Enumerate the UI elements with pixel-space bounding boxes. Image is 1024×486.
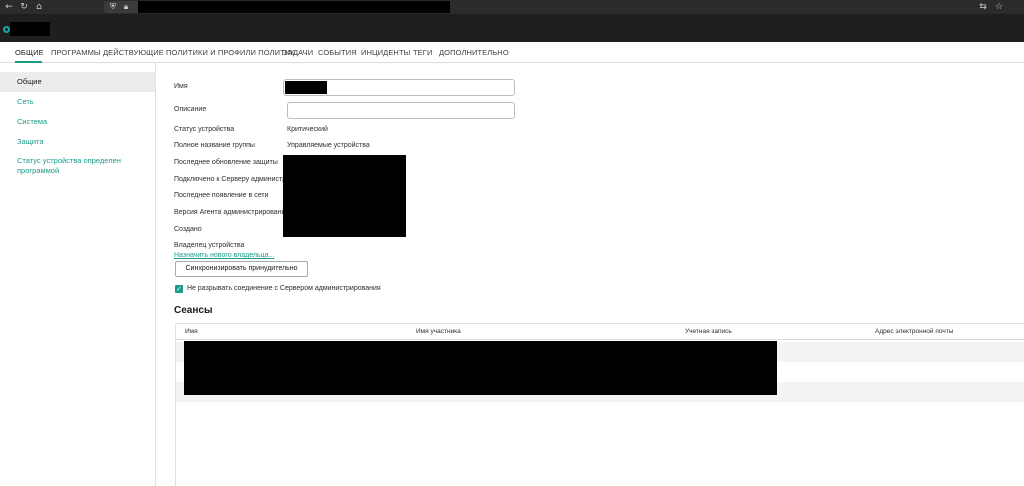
sidebar-item-general[interactable]: Общие xyxy=(0,72,155,92)
lock-icon[interactable]: 🔒︎ xyxy=(121,1,131,13)
keep-connection-label: Не разрывать соединение с Сервером админ… xyxy=(187,285,381,292)
column-header-account[interactable]: Учетная запись xyxy=(685,328,732,335)
address-bar[interactable]: ⛨ 🔒︎ xyxy=(104,1,450,13)
redacted-url xyxy=(138,1,450,13)
back-arrow-icon[interactable]: ← xyxy=(3,1,15,13)
agent-version-label: Версия Агента администрирования xyxy=(174,209,290,216)
last-seen-label: Последнее появление в сети xyxy=(174,192,269,199)
sidebar-item-device-status[interactable]: Статус устройства определен программой xyxy=(0,156,140,176)
home-icon[interactable]: ⌂ xyxy=(33,1,45,13)
tab-events[interactable]: СОБЫТИЯ xyxy=(318,48,357,57)
tab-tags[interactable]: ТЕГИ xyxy=(413,48,432,57)
status-value: Критический xyxy=(287,126,328,133)
translate-icon[interactable]: ⇆ xyxy=(977,1,989,13)
owner-label: Владелец устройства xyxy=(174,242,245,249)
sessions-table: Имя Имя участника Учетная запись Адрес э… xyxy=(175,323,1024,486)
name-label: Имя xyxy=(174,83,188,90)
description-field[interactable] xyxy=(287,102,515,119)
sidebar: Общие Сеть Система Защита Статус устройс… xyxy=(0,63,156,486)
reload-icon[interactable]: ↻ xyxy=(18,1,30,13)
star-icon[interactable]: ☆ xyxy=(993,1,1005,13)
column-header-email[interactable]: Адрес электронной почты xyxy=(875,328,953,335)
group-label: Полное название группы xyxy=(174,142,255,149)
redacted-session-rows xyxy=(184,341,777,395)
last-update-label: Последнее обновление защиты xyxy=(174,159,278,166)
sidebar-item-network[interactable]: Сеть xyxy=(0,97,155,107)
tab-bar: ОБЩИЕ ПРОГРАММЫ ДЕЙСТВУЮЩИЕ ПОЛИТИКИ И П… xyxy=(0,42,1024,63)
app-header xyxy=(0,14,1024,42)
sessions-table-header: Имя Имя участника Учетная запись Адрес э… xyxy=(176,324,1024,340)
tab-advanced[interactable]: ДОПОЛНИТЕЛЬНО xyxy=(439,48,509,57)
column-header-name[interactable]: Имя xyxy=(185,328,198,335)
browser-toolbar: ← ↻ ⌂ ⛨ 🔒︎ ⇆ ☆ xyxy=(0,0,1024,14)
group-value: Управляемые устройства xyxy=(287,142,370,149)
logo-icon xyxy=(3,26,10,33)
tab-programs[interactable]: ПРОГРАММЫ xyxy=(51,48,101,57)
sidebar-item-protection[interactable]: Защита xyxy=(0,137,155,147)
description-label: Описание xyxy=(174,106,207,113)
sessions-title: Сеансы xyxy=(174,305,213,316)
tab-policies[interactable]: ДЕЙСТВУЮЩИЕ ПОЛИТИКИ И ПРОФИЛИ ПОЛИТИК xyxy=(103,48,295,57)
redacted-name xyxy=(285,81,327,94)
sidebar-item-system[interactable]: Система xyxy=(0,117,155,127)
redacted-device-title xyxy=(10,22,50,36)
tab-tasks[interactable]: ЗАДАЧИ xyxy=(283,48,313,57)
column-header-participant[interactable]: Имя участника xyxy=(416,328,461,335)
force-sync-button[interactable]: Синхронизировать принудительно xyxy=(175,261,308,277)
created-label: Создано xyxy=(174,226,202,233)
name-field[interactable] xyxy=(283,79,515,96)
tab-incidents[interactable]: ИНЦИДЕНТЫ xyxy=(361,48,410,57)
shield-icon[interactable]: ⛨ xyxy=(108,1,118,13)
redacted-device-details xyxy=(283,155,406,237)
status-label: Статус устройства xyxy=(174,126,235,133)
tab-general[interactable]: ОБЩИЕ xyxy=(15,48,44,57)
keep-connection-checkbox[interactable]: ✓ xyxy=(175,285,183,293)
assign-owner-link[interactable]: Назначить нового владельца... xyxy=(174,252,274,259)
